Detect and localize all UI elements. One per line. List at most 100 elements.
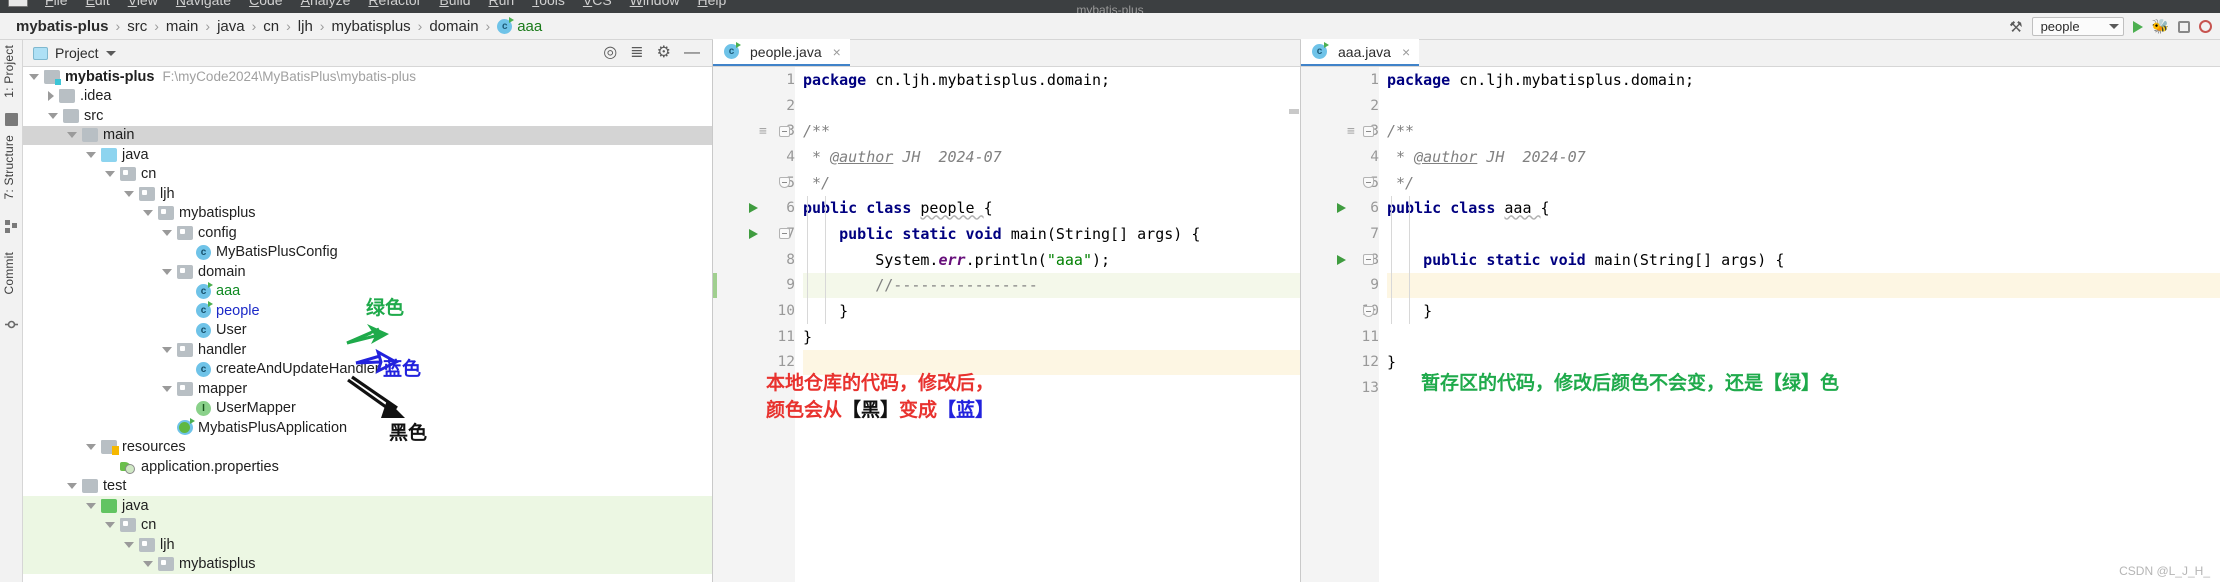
tree-toggle-open-icon[interactable] xyxy=(143,561,153,568)
tree-toggle-open-icon[interactable] xyxy=(86,151,96,158)
record-icon[interactable] xyxy=(2199,20,2212,33)
tree-toggle-open-icon[interactable] xyxy=(162,268,172,275)
breadcrumb-item-java[interactable]: java xyxy=(217,18,245,35)
menu-file[interactable]: File xyxy=(36,0,77,8)
sidebar-tab-project[interactable]: 1: Project xyxy=(2,45,16,98)
tree-toggle-open-icon[interactable] xyxy=(86,502,96,509)
tree-item-mapper[interactable]: mapper xyxy=(23,379,712,399)
tree-toggle-open-icon[interactable] xyxy=(124,190,134,197)
tree-item-ljh[interactable]: ljh xyxy=(23,184,712,204)
debug-icon[interactable]: 🐝 xyxy=(2152,18,2169,35)
sidebar-tab-commit[interactable]: Commit xyxy=(2,252,16,295)
tree-item-mybatisplus[interactable]: mybatisplus xyxy=(23,204,712,224)
close-icon[interactable]: × xyxy=(1402,44,1410,60)
tree-item-createandupdatehandler[interactable]: c createAndUpdateHandler xyxy=(23,360,712,380)
tree-item-config[interactable]: config xyxy=(23,223,712,243)
code-line[interactable]: public static void main(String[] args) { xyxy=(803,221,1300,247)
stop-icon[interactable] xyxy=(2178,20,2190,33)
code-line[interactable] xyxy=(1387,93,2220,119)
menu-refactor[interactable]: Refactor xyxy=(359,0,430,8)
close-icon[interactable]: × xyxy=(833,44,841,60)
code-line[interactable]: package cn.ljh.mybatisplus.domain; xyxy=(803,67,1300,93)
tree-toggle-open-icon[interactable] xyxy=(48,112,58,119)
tree-item-test[interactable]: test xyxy=(23,477,712,497)
sidebar-tab-structure[interactable]: 7: Structure xyxy=(2,135,16,199)
run-configuration-selector[interactable]: people xyxy=(2031,17,2124,36)
chevron-down-icon[interactable] xyxy=(105,50,116,56)
tree-item-user[interactable]: c User xyxy=(23,321,712,341)
tree-toggle-open-icon[interactable] xyxy=(105,522,115,529)
code-line[interactable]: } xyxy=(803,298,1300,324)
code-line[interactable]: } xyxy=(1387,298,2220,324)
breadcrumb-item-domain[interactable]: domain xyxy=(429,18,478,35)
code-content-right[interactable]: package cn.ljh.mybatisplus.domain; /** *… xyxy=(1379,67,2220,582)
menu-edit[interactable]: Edit xyxy=(77,0,119,8)
code-line[interactable]: /** xyxy=(803,118,1300,144)
menu-vcs[interactable]: VCS xyxy=(574,0,621,8)
code-content-left[interactable]: package cn.ljh.mybatisplus.domain; /** *… xyxy=(795,67,1300,582)
code-line[interactable]: * @author JH 2024-07 xyxy=(803,144,1300,170)
menu-help[interactable]: Help xyxy=(688,0,735,8)
run-icon[interactable] xyxy=(2132,20,2143,33)
code-line[interactable]: /** xyxy=(1387,118,2220,144)
code-fold-start-icon[interactable] xyxy=(779,228,790,240)
build-hammer-icon[interactable]: ⚒ xyxy=(2009,18,2022,36)
tree-item-mybatisplusapplication[interactable]: MybatisPlusApplication xyxy=(23,418,712,438)
code-line[interactable]: System. err .println("aaa"); xyxy=(803,247,1300,273)
tree-item-mybatisplus[interactable]: mybatisplus xyxy=(23,554,712,574)
code-line[interactable] xyxy=(1387,272,2220,299)
tree-item-cn[interactable]: cn xyxy=(23,165,712,185)
run-gutter-icon[interactable] xyxy=(1337,203,1346,214)
tree-toggle-open-icon[interactable] xyxy=(86,444,96,451)
code-line[interactable]: package cn.ljh.mybatisplus.domain; xyxy=(1387,67,2220,93)
tree-item-domain[interactable]: domain xyxy=(23,262,712,282)
tree-toggle-open-icon[interactable] xyxy=(143,210,153,217)
code-line[interactable]: * @author JH 2024-07 xyxy=(1387,144,2220,170)
tab-people-java[interactable]: c people.java × xyxy=(713,39,850,66)
breadcrumb-item-cn[interactable]: cn xyxy=(263,18,279,35)
tree-toggle-open-icon[interactable] xyxy=(162,229,172,236)
tree-toggle-open-icon[interactable] xyxy=(105,171,115,178)
code-line[interactable] xyxy=(1387,324,2220,350)
collapse-all-icon[interactable]: ≣ xyxy=(630,45,643,61)
tree-item-java[interactable]: java xyxy=(23,496,712,516)
tab-aaa-java[interactable]: c aaa.java × xyxy=(1301,39,1420,66)
code-editor-right[interactable]: 12≡345678910111213 package cn.ljh.mybati… xyxy=(1301,67,2220,582)
settings-gear-icon[interactable]: ⚙ xyxy=(657,45,671,61)
tree-item-mybatis-plus[interactable]: mybatis-plus F:\myCode2024\MyBatisPlus\my… xyxy=(23,67,712,87)
menu-run[interactable]: Run xyxy=(479,0,523,8)
menu-view[interactable]: View xyxy=(119,0,167,8)
run-gutter-icon[interactable] xyxy=(749,228,758,239)
tree-item-usermapper[interactable]: I UserMapper xyxy=(23,399,712,419)
menu-build[interactable]: Build xyxy=(430,0,479,8)
tree-item-src[interactable]: src xyxy=(23,106,712,126)
code-fold-start-icon[interactable] xyxy=(779,125,790,137)
tree-item-cn[interactable]: cn xyxy=(23,515,712,535)
code-line[interactable]: public static void main(String[] args) { xyxy=(1387,247,2220,273)
tree-toggle-open-icon[interactable] xyxy=(124,541,134,548)
menu-tools[interactable]: Tools xyxy=(523,0,574,8)
code-line[interactable] xyxy=(803,93,1300,119)
menu-code[interactable]: Code xyxy=(240,0,291,8)
tree-toggle-open-icon[interactable] xyxy=(162,346,172,353)
tree-toggle-open-icon[interactable] xyxy=(67,132,77,139)
tree-item-ljh[interactable]: ljh xyxy=(23,535,712,555)
tree-toggle-open-icon[interactable] xyxy=(162,385,172,392)
code-line[interactable]: //---------------- xyxy=(803,272,1300,299)
tree-toggle-closed-icon[interactable] xyxy=(48,91,54,102)
scrollbar-marker[interactable] xyxy=(1289,109,1299,114)
code-line[interactable]: public class people { xyxy=(803,195,1300,221)
tree-item-resources[interactable]: resources xyxy=(23,438,712,458)
hide-panel-icon[interactable]: — xyxy=(684,45,700,61)
code-fold-start-icon[interactable] xyxy=(1363,254,1374,266)
breadcrumb-item-ljh[interactable]: ljh xyxy=(298,18,313,35)
code-editor-left[interactable]: 1 2 ≡ 3 4 5 6 7 8 9 10 11 12 package cn.ljh.mybatisp… xyxy=(713,67,1300,582)
tree-item-handler[interactable]: handler xyxy=(23,340,712,360)
vcs-change-marker[interactable] xyxy=(713,272,717,299)
breadcrumb-item-mybatisplus[interactable]: mybatisplus xyxy=(331,18,410,35)
menu-navigate[interactable]: Navigate xyxy=(167,0,240,8)
breadcrumb-item-aaa[interactable]: c aaa xyxy=(497,16,542,35)
tree-item-main[interactable]: main xyxy=(23,125,712,145)
run-gutter-icon[interactable] xyxy=(1337,254,1346,265)
menu-window[interactable]: Window xyxy=(621,0,689,8)
